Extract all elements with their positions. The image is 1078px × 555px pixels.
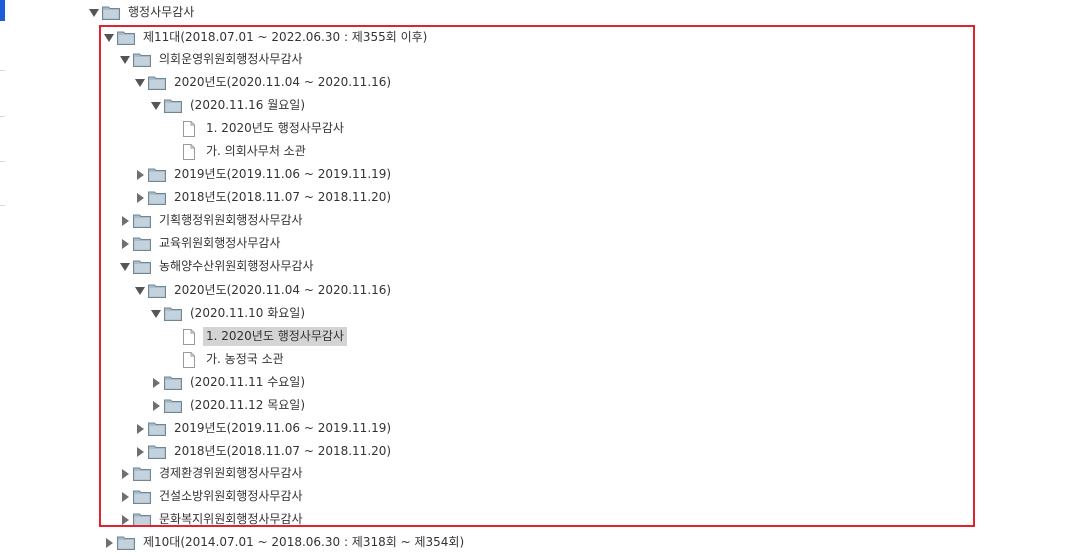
- collapse-toggle-icon[interactable]: [132, 283, 148, 299]
- left-panel-divider: [0, 116, 5, 117]
- tree-node-label[interactable]: 2020년도(2020.11.04 ~ 2020.11.16): [171, 281, 394, 300]
- tree-node-document-selected[interactable]: 1. 2020년도 행정사무감사: [180, 326, 347, 347]
- tree-node-term-10[interactable]: 제10대(2014.07.01 ~ 2018.06.30 : 제318회 ~ 제…: [101, 532, 467, 553]
- folder-icon: [102, 5, 120, 21]
- tree-node-year[interactable]: 2018년도(2018.11.07 ~ 2018.11.20): [132, 187, 394, 208]
- tree-node-date[interactable]: (2020.11.11 수요일): [148, 372, 308, 393]
- folder-icon: [164, 375, 182, 391]
- folder-icon: [148, 75, 166, 91]
- expand-toggle-icon[interactable]: [117, 213, 133, 229]
- tree-node-document[interactable]: 가. 농정국 소관: [180, 349, 287, 370]
- tree-node-label[interactable]: 경제환경위원회행정사무감사: [156, 464, 306, 483]
- tree-node-label[interactable]: (2020.11.12 목요일): [187, 396, 308, 415]
- tree-node-label[interactable]: 의회운영위원회행정사무감사: [156, 50, 306, 69]
- tree-node-committee[interactable]: 경제환경위원회행정사무감사: [117, 463, 306, 484]
- tree-node-root[interactable]: 행정사무감사: [86, 2, 197, 23]
- expand-toggle-icon[interactable]: [101, 535, 117, 551]
- expand-toggle-icon[interactable]: [148, 375, 164, 391]
- tree-node-label[interactable]: (2020.11.16 월요일): [187, 96, 308, 115]
- tree-node-label[interactable]: 제11대(2018.07.01 ~ 2022.06.30 : 제355회 이후): [140, 28, 430, 47]
- left-panel-divider: [0, 205, 5, 206]
- collapse-toggle-icon[interactable]: [86, 5, 102, 21]
- tree-node-committee[interactable]: 건설소방위원회행정사무감사: [117, 486, 306, 507]
- expand-toggle-icon[interactable]: [132, 444, 148, 460]
- document-icon: [180, 120, 198, 137]
- tree-node-term-11[interactable]: 제11대(2018.07.01 ~ 2022.06.30 : 제355회 이후): [101, 27, 430, 48]
- tree-node-date[interactable]: (2020.11.16 월요일): [148, 95, 308, 116]
- tree-node-year[interactable]: 2020년도(2020.11.04 ~ 2020.11.16): [132, 72, 394, 93]
- tree-node-document[interactable]: 가. 의회사무처 소관: [180, 141, 309, 162]
- folder-icon: [133, 52, 151, 68]
- expand-toggle-icon[interactable]: [117, 466, 133, 482]
- folder-icon: [148, 167, 166, 183]
- tree-node-committee[interactable]: 문화복지위원회행정사무감사: [117, 509, 306, 530]
- tree-node-committee[interactable]: 농해양수산위원회행정사무감사: [117, 256, 317, 277]
- tree-node-committee[interactable]: 의회운영위원회행정사무감사: [117, 49, 306, 70]
- expand-toggle-icon[interactable]: [117, 236, 133, 252]
- tree-node-label[interactable]: 2018년도(2018.11.07 ~ 2018.11.20): [171, 188, 394, 207]
- tree-node-label[interactable]: (2020.11.10 화요일): [187, 304, 308, 323]
- folder-icon: [164, 398, 182, 414]
- tree-node-year[interactable]: 2019년도(2019.11.06 ~ 2019.11.19): [132, 164, 394, 185]
- expand-toggle-icon[interactable]: [148, 398, 164, 414]
- left-panel-divider: [0, 161, 5, 162]
- tree-node-label[interactable]: 가. 의회사무처 소관: [203, 142, 309, 161]
- folder-icon: [133, 489, 151, 505]
- tree-node-label[interactable]: (2020.11.11 수요일): [187, 373, 308, 392]
- tree-node-label[interactable]: 2020년도(2020.11.04 ~ 2020.11.16): [171, 73, 394, 92]
- tree-node-label[interactable]: 건설소방위원회행정사무감사: [156, 487, 306, 506]
- tree-node-label[interactable]: 1. 2020년도 행정사무감사: [203, 327, 347, 346]
- expand-toggle-icon[interactable]: [117, 512, 133, 528]
- folder-icon: [133, 259, 151, 275]
- folder-icon: [148, 190, 166, 206]
- folder-icon: [133, 236, 151, 252]
- collapse-toggle-icon[interactable]: [101, 30, 117, 46]
- folder-icon: [133, 512, 151, 528]
- tree-node-label[interactable]: 농해양수산위원회행정사무감사: [156, 257, 317, 276]
- folder-icon: [133, 213, 151, 229]
- left-panel-divider: [0, 70, 5, 71]
- tree-node-label[interactable]: 2018년도(2018.11.07 ~ 2018.11.20): [171, 442, 394, 461]
- collapse-toggle-icon[interactable]: [148, 98, 164, 114]
- document-icon: [180, 143, 198, 160]
- collapse-toggle-icon[interactable]: [117, 52, 133, 68]
- tree-node-year[interactable]: 2019년도(2019.11.06 ~ 2019.11.19): [132, 418, 394, 439]
- tree-node-committee[interactable]: 교육위원회행정사무감사: [117, 233, 283, 254]
- tree-node-label[interactable]: 가. 농정국 소관: [203, 350, 287, 369]
- folder-icon: [164, 98, 182, 114]
- expand-toggle-icon[interactable]: [132, 421, 148, 437]
- folder-icon: [148, 444, 166, 460]
- expand-toggle-icon[interactable]: [132, 167, 148, 183]
- folder-icon: [133, 466, 151, 482]
- collapse-toggle-icon[interactable]: [148, 306, 164, 322]
- folder-icon: [117, 535, 135, 551]
- tree-node-label[interactable]: 행정사무감사: [125, 3, 197, 22]
- folder-icon: [117, 30, 135, 46]
- tree-node-label[interactable]: 문화복지위원회행정사무감사: [156, 510, 306, 529]
- tree-node-label[interactable]: 2019년도(2019.11.06 ~ 2019.11.19): [171, 165, 394, 184]
- expand-toggle-icon[interactable]: [132, 190, 148, 206]
- folder-icon: [148, 283, 166, 299]
- tree-node-label[interactable]: 기획행정위원회행정사무감사: [156, 211, 306, 230]
- tree-node-year[interactable]: 2018년도(2018.11.07 ~ 2018.11.20): [132, 441, 394, 462]
- collapse-toggle-icon[interactable]: [117, 259, 133, 275]
- tree-node-label[interactable]: 교육위원회행정사무감사: [156, 234, 283, 253]
- folder-icon: [148, 421, 166, 437]
- tree-node-date[interactable]: (2020.11.10 화요일): [148, 303, 308, 324]
- tree-node-year[interactable]: 2020년도(2020.11.04 ~ 2020.11.16): [132, 280, 394, 301]
- left-panel-accent: [0, 0, 5, 21]
- folder-icon: [164, 306, 182, 322]
- tree-node-date[interactable]: (2020.11.12 목요일): [148, 395, 308, 416]
- tree-node-committee[interactable]: 기획행정위원회행정사무감사: [117, 210, 306, 231]
- expand-toggle-icon[interactable]: [117, 489, 133, 505]
- tree-node-label[interactable]: 1. 2020년도 행정사무감사: [203, 119, 347, 138]
- document-icon: [180, 328, 198, 345]
- document-icon: [180, 351, 198, 368]
- tree-node-label[interactable]: 2019년도(2019.11.06 ~ 2019.11.19): [171, 419, 394, 438]
- collapse-toggle-icon[interactable]: [132, 75, 148, 91]
- tree-node-document[interactable]: 1. 2020년도 행정사무감사: [180, 118, 347, 139]
- tree-node-label[interactable]: 제10대(2014.07.01 ~ 2018.06.30 : 제318회 ~ 제…: [140, 533, 467, 552]
